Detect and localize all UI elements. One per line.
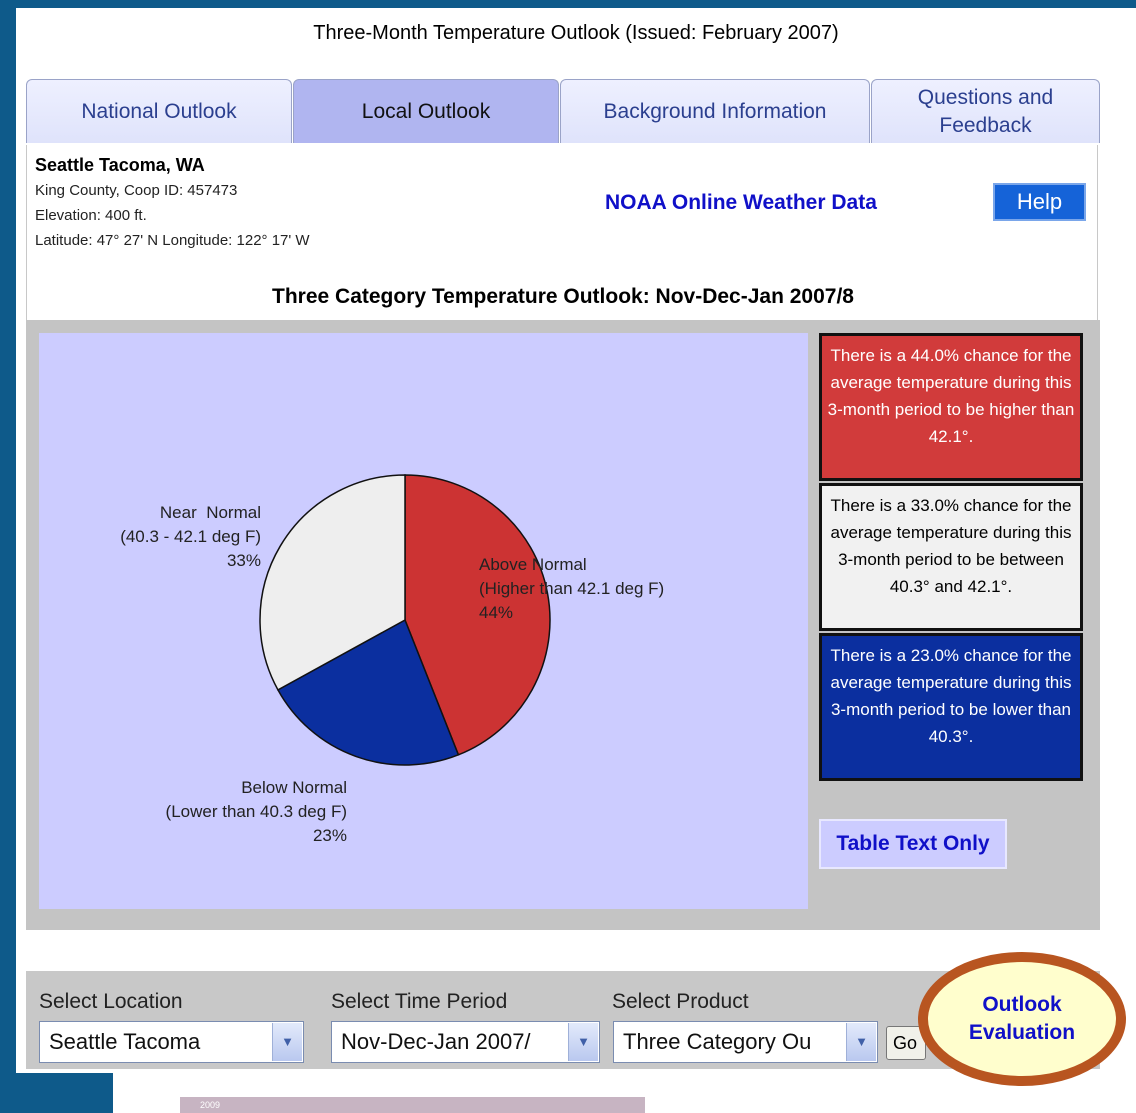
window-frame-left [0, 0, 16, 1113]
location-latlon: Latitude: 47° 27' N Longitude: 122° 17' … [35, 232, 310, 249]
slice-label-below-normal: Below Normal (Lower than 40.3 deg F) 23% [165, 778, 347, 845]
pie-chart: Above Normal (Higher than 42.1 deg F) 44% … [39, 333, 808, 909]
select-product-label: Select Product [612, 990, 749, 1013]
help-button[interactable]: Help [993, 183, 1086, 221]
window-frame-bottom [0, 1073, 113, 1113]
select-time-period-label: Select Time Period [331, 990, 508, 1013]
noaa-weather-data-link[interactable]: NOAA Online Weather Data [605, 191, 877, 215]
product-select-value: Three Category Ou [623, 1029, 812, 1054]
time-period-select-value: Nov-Dec-Jan 2007/ [341, 1029, 531, 1054]
location-elevation: Elevation: 400 ft. [35, 207, 147, 224]
outlook-evaluation-button[interactable]: Outlook Evaluation [918, 952, 1126, 1086]
page-title: Three-Month Temperature Outlook (Issued:… [313, 22, 839, 44]
slice-label-above-normal: Above Normal (Higher than 42.1 deg F) 44% [479, 555, 665, 622]
location-select[interactable]: Seattle Tacoma ▼ [39, 1021, 304, 1063]
chart-title: Three Category Temperature Outlook: Nov-… [272, 285, 854, 308]
probability-box-above: There is a 44.0% chance for the average … [819, 333, 1083, 481]
slice-label-near-normal: Near Normal (40.3 - 42.1 deg F) 33% [120, 503, 261, 570]
location-name: Seattle Tacoma, WA [35, 155, 205, 175]
location-select-value: Seattle Tacoma [49, 1029, 201, 1054]
probability-box-near: There is a 33.0% chance for the average … [819, 483, 1083, 631]
select-location-label: Select Location [39, 990, 183, 1013]
tab-national-outlook[interactable]: National Outlook [26, 79, 292, 143]
tab-background-information[interactable]: Background Information [560, 79, 870, 143]
tab-questions-feedback[interactable]: Questions and Feedback [871, 79, 1100, 143]
product-select[interactable]: Three Category Ou ▼ [613, 1021, 878, 1063]
location-county: King County, Coop ID: 457473 [35, 182, 238, 199]
chevron-down-icon[interactable]: ▼ [272, 1023, 302, 1061]
tab-bar: National Outlook Local Outlook Backgroun… [26, 79, 1100, 143]
time-period-select[interactable]: Nov-Dec-Jan 2007/ ▼ [331, 1021, 600, 1063]
footer-banner: 2009 [180, 1097, 645, 1113]
probability-box-below: There is a 23.0% chance for the average … [819, 633, 1083, 781]
tab-local-outlook[interactable]: Local Outlook [293, 79, 559, 143]
chevron-down-icon[interactable]: ▼ [846, 1023, 876, 1061]
location-info-panel: Seattle Tacoma, WA King County, Coop ID:… [26, 145, 1098, 320]
table-text-only-button[interactable]: Table Text Only [819, 819, 1007, 869]
window-frame-top [16, 0, 1136, 8]
chevron-down-icon[interactable]: ▼ [568, 1023, 598, 1061]
